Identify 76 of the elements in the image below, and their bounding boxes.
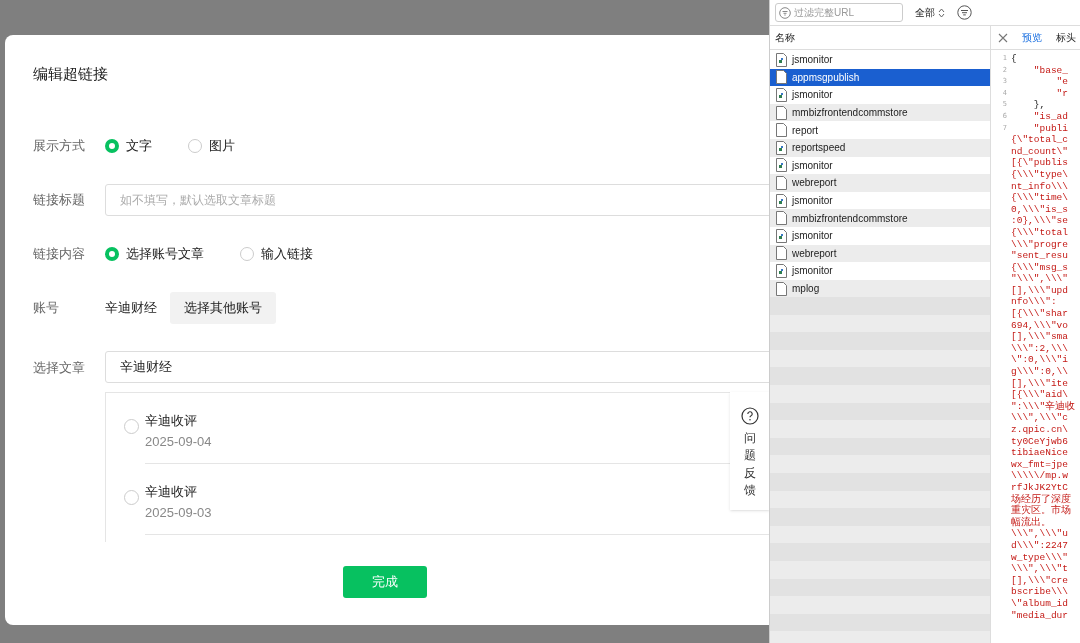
code-line: [],\\\"upd — [1011, 284, 1068, 297]
code-line: \\\"progre — [1011, 238, 1068, 251]
radio-option[interactable]: 输入链接 — [240, 243, 313, 264]
filter-field[interactable]: 过滤完整URL — [775, 3, 903, 22]
code-line: w_type\\\" — [1011, 551, 1068, 564]
tab[interactable]: 标头 — [1056, 30, 1076, 45]
code-line: bscribe\\\ — [1011, 586, 1068, 598]
code-line: }, — [1032, 99, 1046, 111]
choose-account-button[interactable]: 选择其他账号 — [170, 291, 276, 324]
radio-option[interactable]: 图片 — [188, 135, 235, 156]
code-line: [{\\\"shar — [1011, 308, 1068, 320]
code-line: [{\"publis — [1011, 157, 1068, 169]
field-label: 链接标题 — [33, 190, 86, 209]
code-line: rfJkJK2YtC — [1011, 481, 1068, 493]
code-line: [],\\\"sma — [1011, 331, 1068, 343]
code-line: wx_fmt=jpe — [1011, 458, 1068, 471]
code-line: "media_dur — [1011, 609, 1068, 622]
code-line: 重灾区。市场 — [1011, 505, 1071, 517]
code-line: "publi — [1032, 122, 1068, 135]
code-line: 幅流出。 — [1011, 516, 1051, 529]
field-label: 链接内容 — [33, 244, 86, 263]
code-line: [{\\\"aid\ — [1011, 389, 1068, 401]
code-line: 0,\\\"is_s — [1011, 203, 1068, 216]
code-line: \\\",\\\"t — [1011, 563, 1068, 575]
field-label: 选择文章 — [33, 358, 86, 377]
search-input[interactable]: 辛迪财经 — [105, 350, 769, 383]
request-row[interactable]: webreport — [770, 174, 990, 192]
code-line: nd_count\" — [1011, 145, 1068, 158]
code-line: "e — [1055, 76, 1068, 88]
code-line: {\"total_c — [1011, 134, 1068, 146]
code-line: ty0CeYjwb6 — [1011, 435, 1068, 448]
code-line: z.qpic.cn\ — [1011, 424, 1068, 436]
tab[interactable]: 预览 — [1022, 30, 1042, 45]
column-header[interactable]: 名称 — [770, 26, 990, 50]
code-line: { — [1011, 53, 1017, 65]
code-line: {\\\"total — [1011, 226, 1068, 239]
title-input[interactable]: 如不填写，默认选取文章标题 — [105, 183, 769, 216]
code-line: \\\\\/mp.w — [1011, 470, 1068, 482]
code-line: "sent_resu — [1011, 250, 1068, 262]
type-dropdown[interactable]: 全部 — [915, 5, 945, 20]
article-title: 辛迪收评 — [145, 482, 197, 501]
code-line: {\\\"time\ — [1011, 192, 1068, 204]
account-name: 辛迪财经 — [105, 298, 157, 317]
code-line: \":0,\\\"i — [1011, 354, 1068, 367]
code-line: nt_info\\\ — [1011, 180, 1068, 193]
code-line: g\\\":0,\\ — [1011, 366, 1068, 378]
code-line: tibiaeNice — [1011, 447, 1068, 459]
feedback-label: 问题反馈 — [744, 430, 756, 500]
code-line: 场经历了深度 — [1011, 493, 1071, 505]
radio-option[interactable]: 选择账号文章 — [105, 243, 204, 264]
code-line: {\\\"type\ — [1011, 168, 1068, 181]
code-line: \\\",\\\"u — [1011, 528, 1068, 540]
request-row[interactable]: mmbizfrontendcommstore — [770, 209, 990, 227]
code-line: {\\\"msg_s — [1011, 261, 1068, 274]
feedback-panel[interactable]: 问题反馈 — [730, 392, 769, 510]
code-line: nfo\\\": — [1011, 296, 1057, 309]
article-title: 辛迪收评 — [145, 411, 197, 430]
code-line: "\\\",\\\" — [1011, 273, 1068, 285]
code-line: [],\\\"ite — [1011, 377, 1068, 390]
code-line: "base_ — [1032, 64, 1068, 77]
code-line: "is_ad — [1032, 110, 1068, 123]
radio-option[interactable]: 文字 — [105, 135, 152, 156]
field-label: 账号 — [33, 298, 60, 317]
code-line: \"album_id — [1011, 597, 1068, 610]
code-line: :0},\\\"se — [1011, 215, 1068, 227]
dialog-title: 编辑超链接 — [32, 64, 109, 84]
code-line: ":\\\"辛迪收 — [1011, 400, 1076, 413]
article-date: 2025-09-04 — [145, 433, 212, 451]
article-date: 2025-09-03 — [145, 504, 212, 522]
code-line: [],\\\"cre — [1011, 574, 1068, 587]
code-line: 694,\\\"vo — [1011, 319, 1068, 332]
code-line: d\\\":2247 — [1011, 539, 1068, 552]
field-label: 展示方式 — [33, 136, 86, 155]
code-line: \\\",\\\"c — [1011, 412, 1068, 424]
code-line: "r — [1055, 87, 1068, 100]
code-line: \\\":2,\\\ — [1011, 342, 1068, 355]
